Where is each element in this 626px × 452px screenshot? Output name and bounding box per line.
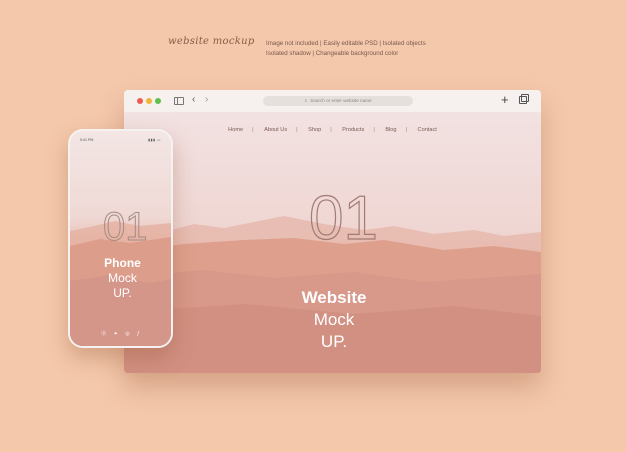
nav-separator: | [373,127,375,133]
nav-separator: | [296,127,298,133]
hero-title: Website Mock UP. [274,287,394,353]
hero-title-line-2: Mock [313,310,355,329]
header-features: Image not included | Easily editable PSD… [266,39,426,59]
nav-shop[interactable]: Shop [302,127,327,133]
hero-title-line-3: UP. [320,332,348,351]
facebook-icon[interactable]: ƒ [137,331,140,337]
tabs-overview-icon[interactable] [519,94,529,104]
back-icon[interactable]: ‹ [192,94,195,105]
hero-number: 01 [308,184,378,253]
maximize-window-button[interactable] [155,98,161,104]
social-links: ⓟ ✦ ◎ ƒ [70,330,171,337]
header-features-line-1: Image not included | Easily editable PSD… [266,40,426,47]
phone-mockup: 9:41 PM ▮▮▮ ▭ 01 Phone Mock UP. ⓟ ✦ ◎ ƒ [68,129,173,348]
search-icon: ⌕ [304,98,308,104]
website-page: Home | About Us | Shop | Products | Blog | Co… [124,112,541,373]
minimize-window-button[interactable] [146,98,152,104]
nav-separator: | [405,127,407,133]
status-time: 9:41 PM [80,138,94,142]
nav-products[interactable]: Products [336,127,370,133]
nav-home[interactable]: Home [222,127,249,133]
sidebar-icon[interactable] [174,97,184,105]
hero-title-line-1: Website [301,288,367,307]
phone-hero-title: Phone Mock UP. [80,256,165,301]
nav-contact[interactable]: Contact [412,127,443,133]
nav-separator: | [330,127,332,133]
signal-battery-icon: ▮▮▮ ▭ [148,138,161,142]
phone-title-line-1: Phone [104,256,141,270]
instagram-icon[interactable]: ◎ [125,331,129,337]
close-window-button[interactable] [137,98,143,104]
nav-about-us[interactable]: About Us [258,127,293,133]
forward-icon[interactable]: › [205,94,208,105]
new-tab-icon[interactable]: + [501,92,509,108]
phone-screen: 9:41 PM ▮▮▮ ▭ 01 Phone Mock UP. ⓟ ✦ ◎ ƒ [70,131,171,346]
phone-hero-number: 01 [103,205,148,249]
phone-title-line-2: Mock [108,271,137,285]
header-features-line-2: Isolated shadow | Changeable background … [266,50,399,57]
address-bar[interactable]: ⌕ Search or enter website name [263,96,413,106]
pinterest-icon[interactable]: ⓟ [101,330,106,337]
browser-toolbar: ‹ › ⌕ Search or enter website name + [124,90,541,113]
browser-window: ‹ › ⌕ Search or enter website name + Home… [124,90,541,373]
nav-separator: | [252,127,254,133]
site-navigation: Home | About Us | Shop | Products | Blog | Co… [124,127,541,133]
twitter-icon[interactable]: ✦ [114,331,118,337]
phone-title-line-3: UP. [113,286,132,300]
address-bar-placeholder: Search or enter website name [310,98,372,103]
header-script-title: website mockup [168,36,255,47]
nav-blog[interactable]: Blog [379,127,402,133]
